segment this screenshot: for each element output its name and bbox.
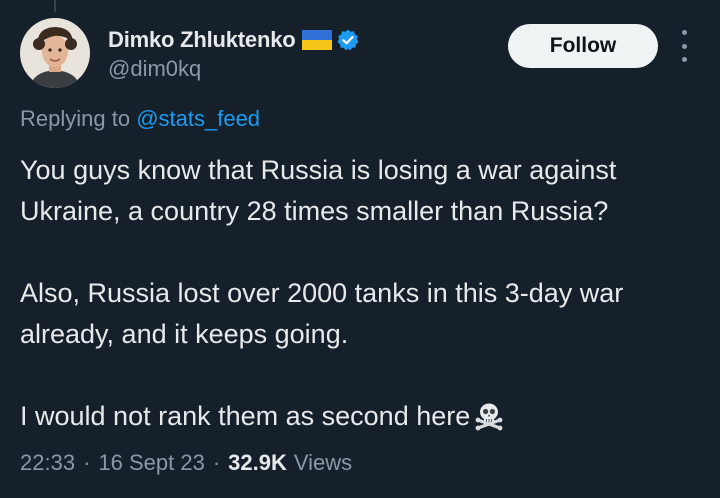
tweet-date[interactable]: 16 Sept 23 [98,450,204,476]
avatar[interactable] [20,18,90,88]
replying-mention-link[interactable]: @stats_feed [136,106,260,131]
meta-separator: · [83,450,91,475]
views-count[interactable]: 32.9K [228,450,287,476]
author-handle[interactable]: @dim0kq [108,56,201,82]
more-dot [681,57,687,62]
views-label: Views [293,450,353,475]
meta-separator: · [212,450,221,475]
tweet-paragraph-text: I would not rank them as second here [20,401,471,431]
thread-connector-line [54,0,56,12]
more-dot [681,43,687,49]
author-name-row: Dimko Zhluktenko [108,24,360,56]
skull-and-crossbones-icon [474,401,504,431]
follow-button[interactable]: Follow [508,24,658,68]
replying-to-line: Replying to @stats_feed [20,106,260,132]
ukraine-flag-icon [301,30,332,50]
tweet-time[interactable]: 22:33 [20,450,75,476]
avatar-image [20,18,90,88]
tweet-paragraph-last: I would not rank them as second here [20,396,710,437]
more-options-icon[interactable] [676,30,692,62]
replying-prefix: Replying to [20,106,137,131]
tweet-meta: 22:33 · 16 Sept 23 · 32.9K Views [20,450,352,476]
author-display-name[interactable]: Dimko Zhluktenko [108,27,296,53]
more-dot [681,30,687,35]
tweet-paragraph: Also, Russia lost over 2000 tanks in thi… [20,278,624,349]
verified-badge-icon[interactable] [336,28,360,52]
tweet-paragraph: You guys know that Russia is losing a wa… [20,155,617,226]
tweet-text: You guys know that Russia is losing a wa… [20,150,710,437]
